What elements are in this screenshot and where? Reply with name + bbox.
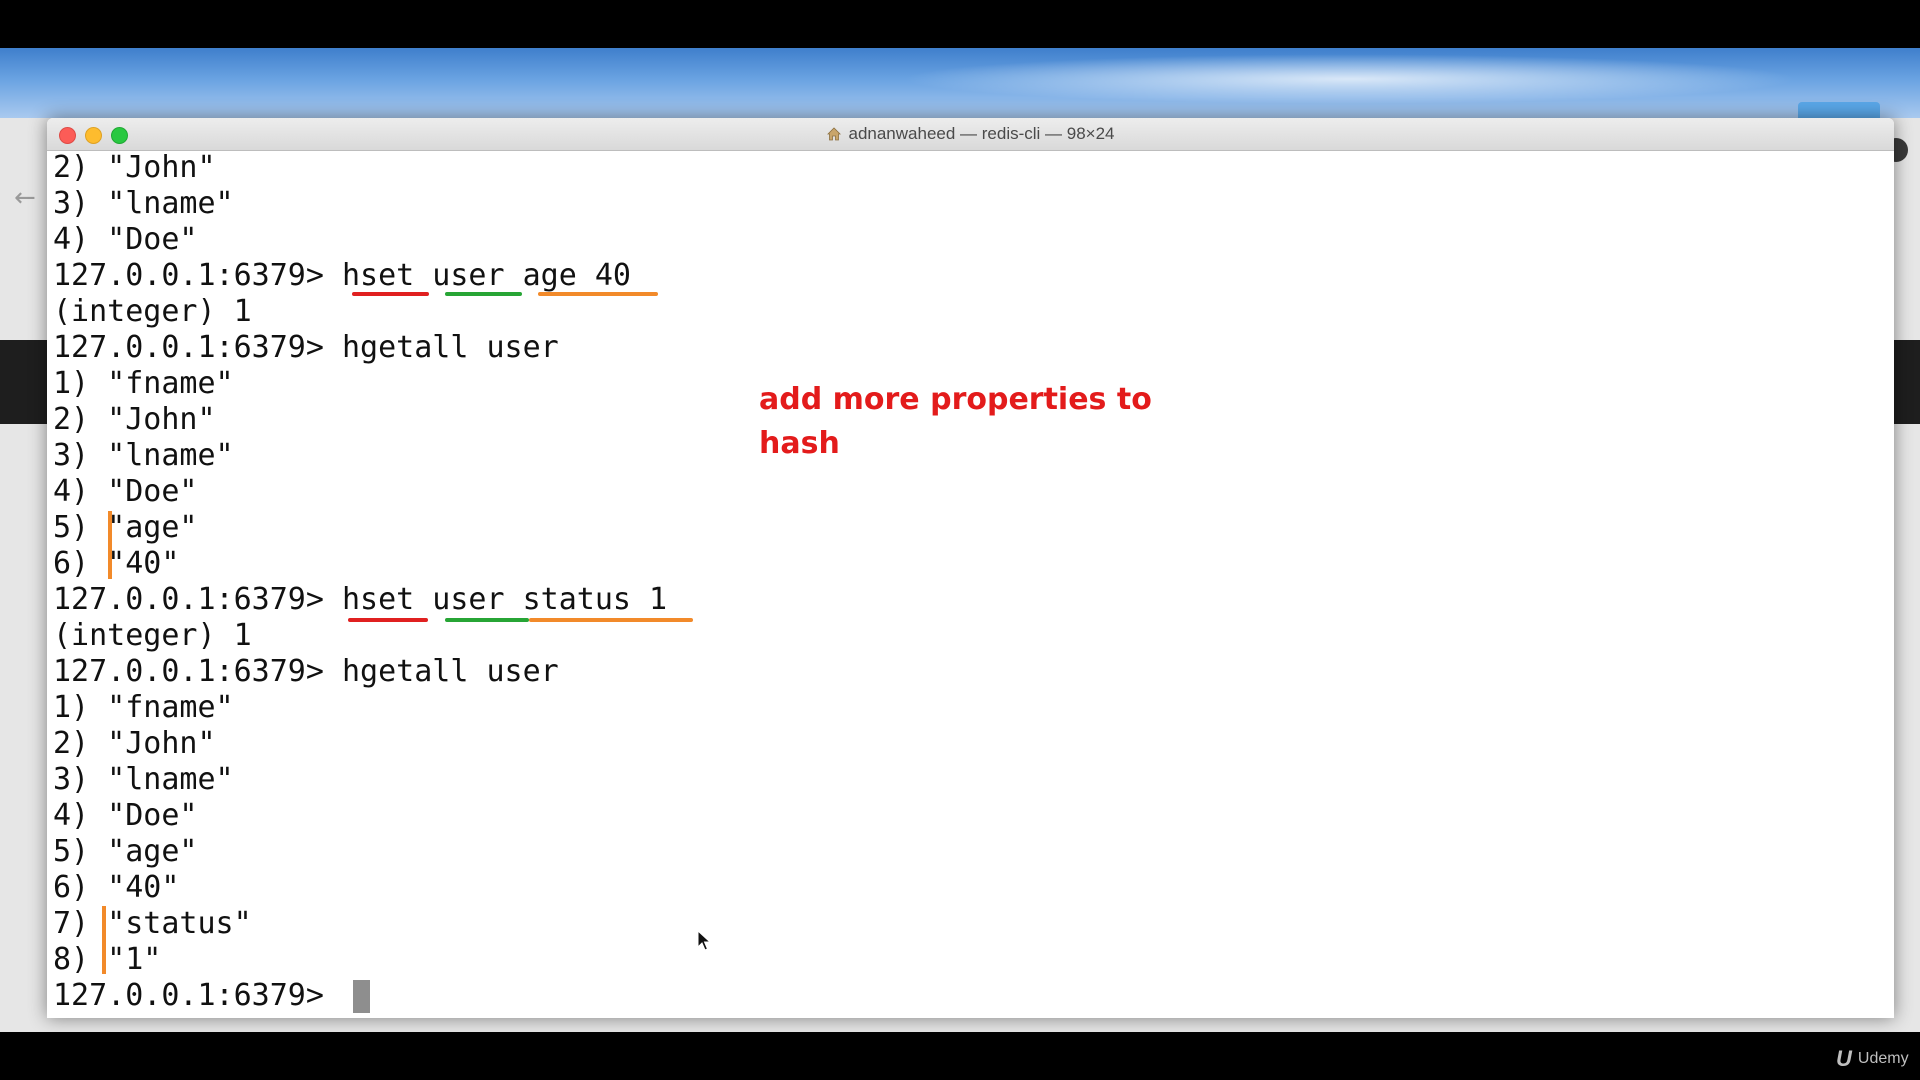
terminal-line: 2) "John": [53, 402, 216, 437]
new-field-highlight-bar: [108, 511, 112, 579]
terminal-line: 127.0.0.1:6379> hset user age 40: [53, 258, 631, 293]
title-bar[interactable]: adnanwaheed — redis-cli — 98×24: [47, 118, 1894, 151]
command-underline: [348, 618, 428, 622]
window-title-group: adnanwaheed — redis-cli — 98×24: [47, 118, 1894, 150]
terminal-line: 3) "lname": [53, 762, 234, 797]
window-title: adnanwaheed — redis-cli — 98×24: [848, 124, 1115, 143]
terminal-line: 4) "Doe": [53, 474, 198, 509]
terminal-line: 5) "age": [53, 834, 198, 869]
terminal-line: 3) "lname": [53, 438, 234, 473]
terminal-line: (integer) 1: [53, 618, 252, 653]
terminal-line: 1) "fname": [53, 690, 234, 725]
terminal-window[interactable]: adnanwaheed — redis-cli — 98×24 2) "John…: [47, 118, 1894, 1018]
desktop-wallpaper: [0, 48, 1920, 118]
terminal-line: 3) "lname": [53, 186, 234, 221]
bottom-letterbox: [0, 1032, 1920, 1080]
home-icon: [827, 127, 842, 141]
terminal-line: (integer) 1: [53, 294, 252, 329]
terminal-line: 5) "age": [53, 510, 198, 545]
udemy-logo-icon: U: [1836, 1046, 1852, 1071]
terminal-line: 127.0.0.1:6379> hgetall user: [53, 330, 559, 365]
terminal-line: 4) "Doe": [53, 798, 198, 833]
annotation-note: add more properties to hash: [759, 382, 1152, 461]
watermark-text: Udemy: [1857, 1050, 1909, 1067]
terminal-line: 4) "Doe": [53, 222, 198, 257]
terminal-line: 7) "status": [53, 906, 252, 941]
terminal-output[interactable]: 2) "John" 3) "lname" 4) "Doe" 127.0.0.1:…: [53, 150, 1888, 1018]
terminal-line: 6) "40": [53, 546, 180, 581]
terminal-line: 2) "John": [53, 150, 216, 185]
field-value-underline: [538, 292, 658, 296]
key-underline: [445, 292, 522, 296]
text-cursor: [353, 980, 370, 1013]
field-value-underline: [529, 618, 693, 622]
terminal-prompt-line[interactable]: 127.0.0.1:6379>: [53, 978, 342, 1014]
mouse-pointer-icon: [697, 930, 711, 951]
back-arrow-icon[interactable]: ←: [14, 183, 36, 213]
terminal-line: 127.0.0.1:6379> hset user status 1: [53, 582, 668, 617]
terminal-line: 1) "fname": [53, 366, 234, 401]
udemy-watermark: U Udemy: [1836, 1046, 1909, 1072]
terminal-line: 127.0.0.1:6379> hgetall user: [53, 654, 559, 689]
command-underline: [352, 292, 429, 296]
key-underline: [445, 618, 529, 622]
terminal-line: 6) "40": [53, 870, 180, 905]
top-letterbox: [0, 0, 1920, 48]
terminal-line: 2) "John": [53, 726, 216, 761]
terminal-line: 8) "1": [53, 942, 162, 977]
new-field-highlight-bar: [102, 906, 106, 974]
